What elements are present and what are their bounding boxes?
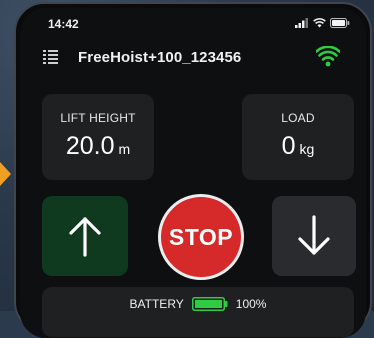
- load-value: 0: [281, 132, 296, 160]
- wifi-icon[interactable]: [316, 46, 340, 68]
- status-icons: [295, 18, 350, 28]
- lift-up-button[interactable]: [42, 196, 128, 276]
- stop-button[interactable]: STOP: [158, 194, 244, 280]
- battery-row: BATTERY 100%: [42, 297, 354, 311]
- side-arrow-marker: [0, 162, 11, 186]
- lift-height-unit: m: [118, 141, 131, 157]
- lift-height-card: LIFT HEIGHT 20.0 m: [42, 94, 154, 180]
- lift-height-label: LIFT HEIGHT: [60, 111, 136, 125]
- load-label: LOAD: [281, 111, 315, 125]
- wifi-status-icon: [313, 18, 326, 28]
- battery-status-icon: [330, 18, 350, 28]
- status-time: 14:42: [48, 17, 79, 31]
- device-name: FreeHoist+100_123456: [78, 49, 242, 66]
- load-card: LOAD 0 kg: [242, 94, 354, 180]
- app-screen: 14:42 FreeHoist+100_123456 LIFT HEIGHT 2…: [20, 8, 366, 338]
- load-unit: kg: [299, 141, 315, 157]
- lift-height-value: 20.0: [65, 132, 115, 160]
- stop-button-label: STOP: [168, 223, 234, 250]
- load-value-row: 0 kg: [242, 132, 354, 161]
- status-bar: 14:42: [20, 8, 366, 40]
- battery-label: BATTERY: [129, 297, 184, 311]
- arrow-down-icon: [298, 215, 330, 255]
- phone-frame: 14:42 FreeHoist+100_123456 LIFT HEIGHT 2…: [14, 2, 372, 338]
- lower-down-button[interactable]: [272, 196, 356, 276]
- battery-card: BATTERY 100%: [42, 287, 354, 337]
- signal-icon: [295, 18, 308, 28]
- battery-percent: 100%: [235, 297, 267, 311]
- battery-fill: [194, 300, 222, 308]
- app-header: FreeHoist+100_123456: [20, 42, 366, 74]
- list-icon[interactable]: [42, 48, 60, 66]
- battery-icon: [191, 297, 228, 311]
- arrow-up-icon: [69, 217, 101, 257]
- lift-height-value-row: 20.0 m: [42, 132, 154, 161]
